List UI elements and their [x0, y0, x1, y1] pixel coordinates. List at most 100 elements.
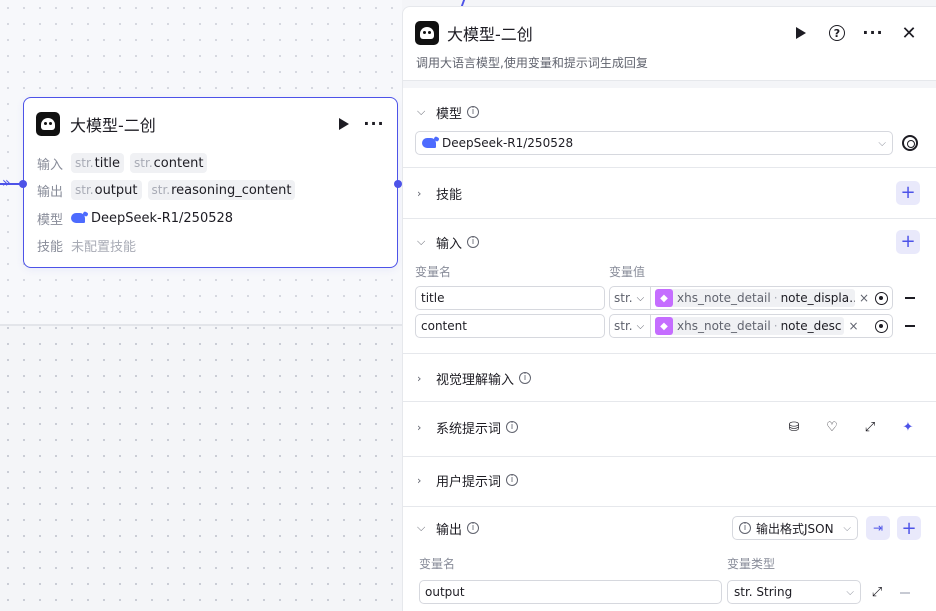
reference-chip: ◆ xhs_note_detail · note_displa… — [655, 289, 855, 307]
inputs-label: 输入 — [37, 157, 64, 173]
edge-arrow-icon: » — [2, 175, 11, 191]
close-icon: ✕ — [901, 22, 917, 44]
panel-run-button[interactable] — [790, 22, 812, 44]
ref-node-name: xhs_note_detail — [677, 291, 771, 305]
ref-node-name: xhs_note_detail — [677, 319, 771, 333]
panel-help-button[interactable]: ? — [826, 22, 848, 44]
llm-node-card[interactable]: 大模型-二创 ··· 输入 str. title str. content 输出 s… — [19, 97, 402, 268]
section-title: 系统提示词 — [436, 421, 502, 437]
more-icon: ··· — [363, 114, 385, 133]
info-icon: i — [467, 236, 480, 248]
info-icon: i — [467, 522, 480, 534]
ref-field-name: note_displa… — [780, 291, 855, 305]
ai-sparkle-icon[interactable]: ✦ — [896, 416, 920, 438]
section-system-prompt[interactable]: › 系统提示词 i ⛁ ♡ ⤢ ✦ — [417, 416, 920, 438]
output-format-select[interactable]: i 输出格式JSON ⌵ — [732, 516, 858, 540]
node-more-button[interactable]: ··· — [363, 113, 385, 135]
remove-output-button[interactable] — [900, 592, 910, 594]
target-icon[interactable] — [875, 291, 888, 305]
chevron-down-icon: ⌵ — [636, 320, 645, 332]
tag-name: output — [94, 182, 138, 198]
chevron-right-icon: › — [417, 420, 422, 434]
node-settings-panel: 大模型-二创 ? ··· ✕ 调用大语言模型,使用变量和提示词生成回复 ⌵ 模型… — [402, 6, 936, 611]
info-icon: i — [739, 522, 751, 534]
input-port[interactable] — [19, 180, 27, 188]
info-icon: i — [519, 372, 532, 384]
type-value: str. — [614, 319, 633, 333]
ref-field-name: note_desc — [780, 319, 842, 333]
input-type-select[interactable]: str. ⌵ — [609, 286, 651, 310]
chevron-down-icon: ⌵ — [878, 137, 886, 149]
clear-reference-button[interactable]: × — [848, 319, 858, 333]
lightbulb-icon[interactable]: ♡ — [820, 416, 844, 438]
info-icon: i — [506, 474, 519, 486]
expand-icon[interactable]: ⤢ — [865, 581, 889, 603]
divider — [403, 80, 936, 88]
input-type-select[interactable]: str. ⌵ — [609, 314, 651, 338]
section-skills[interactable]: › 技能 + — [417, 181, 920, 205]
section-title: 视觉理解输入 — [436, 372, 515, 388]
node-outputs-row: 输出 str. output str. reasoning_content — [37, 180, 301, 200]
llm-logo-icon — [415, 21, 439, 45]
section-model[interactable]: ⌵ 模型 i — [417, 101, 920, 123]
output-name-field[interactable]: output — [419, 580, 722, 604]
divider — [403, 353, 936, 354]
model-settings-gear-icon[interactable] — [902, 135, 918, 151]
node-run-button[interactable] — [333, 113, 355, 135]
add-skill-button[interactable]: + — [896, 181, 920, 205]
play-icon — [339, 118, 349, 130]
section-title: 技能 — [436, 187, 463, 203]
add-output-button[interactable]: + — [897, 516, 921, 540]
node-model-name: DeepSeek-R1/250528 — [91, 210, 234, 226]
node-title: 大模型-二创 — [70, 116, 156, 135]
remove-input-button[interactable] — [905, 297, 915, 299]
divider — [403, 456, 936, 457]
output-type-select[interactable]: str. String ⌵ — [727, 580, 861, 604]
panel-more-button[interactable]: ··· — [862, 22, 884, 44]
expand-icon[interactable]: ⤢ — [858, 416, 882, 438]
model-selected-value: DeepSeek-R1/250528 — [442, 136, 574, 150]
section-title: 模型 — [436, 106, 463, 122]
input-value-reference[interactable]: ◆ xhs_note_detail · note_displa… × — [651, 286, 893, 310]
help-icon: ? — [829, 25, 845, 41]
input-name-field[interactable]: content — [415, 314, 605, 338]
type-prefix: str. — [75, 156, 94, 170]
remove-input-button[interactable] — [905, 325, 915, 327]
divider — [403, 167, 936, 168]
add-input-button[interactable]: + — [896, 230, 920, 254]
chevron-down-icon: ⌵ — [417, 105, 426, 118]
input-col-value-label: 变量值 — [609, 265, 646, 279]
section-vision-input[interactable]: › 视觉理解输入 i — [417, 367, 920, 389]
chevron-down-icon: ⌵ — [846, 586, 854, 598]
output-port[interactable] — [394, 180, 402, 188]
more-icon: ··· — [862, 23, 884, 42]
deepseek-icon — [71, 213, 85, 223]
output-col-name-label: 变量名 — [419, 557, 456, 571]
section-user-prompt[interactable]: › 用户提示词 i — [417, 469, 920, 491]
node-model-row: 模型 DeepSeek-R1/250528 — [37, 208, 233, 228]
tag-name: reasoning_content — [171, 182, 292, 198]
prompt-library-icon[interactable]: ⛁ — [782, 416, 806, 438]
chevron-right-icon: › — [417, 371, 422, 385]
import-output-button[interactable]: ⇥ — [866, 516, 890, 540]
cube-icon: ◆ — [655, 317, 673, 335]
input-tag-content: str. content — [130, 153, 208, 173]
model-select[interactable]: DeepSeek-R1/250528 ⌵ — [415, 131, 893, 155]
info-icon: i — [467, 106, 480, 118]
clear-reference-button[interactable]: × — [859, 291, 869, 305]
section-input[interactable]: ⌵ 输入 i + — [417, 230, 920, 254]
input-value-reference[interactable]: ◆ xhs_note_detail · note_desc × — [651, 314, 893, 338]
chevron-down-icon: ⌵ — [417, 235, 426, 248]
output-type-value: str. String — [734, 585, 793, 599]
panel-close-button[interactable]: ✕ — [898, 22, 920, 44]
section-title: 输入 — [436, 236, 463, 252]
panel-header: 大模型-二创 ? ··· ✕ — [415, 19, 920, 47]
input-name-field[interactable]: title — [415, 286, 605, 310]
chevron-down-icon: ⌵ — [843, 522, 851, 534]
panel-title: 大模型-二创 — [447, 25, 533, 44]
node-header: 大模型-二创 ··· — [36, 111, 385, 137]
outputs-label: 输出 — [37, 184, 64, 200]
target-icon[interactable] — [875, 319, 888, 333]
chevron-right-icon: › — [417, 186, 422, 200]
panel-description: 调用大语言模型,使用变量和提示词生成回复 — [416, 56, 648, 70]
